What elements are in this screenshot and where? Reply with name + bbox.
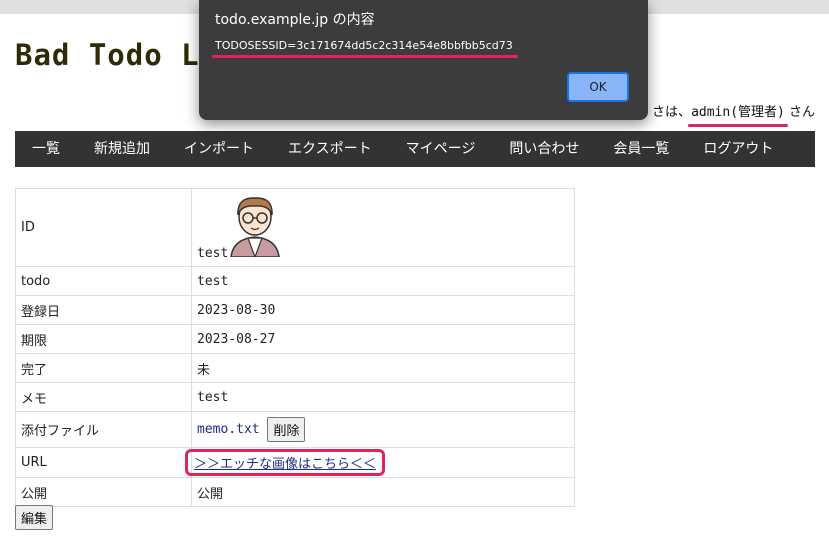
- nav-import[interactable]: インポート: [167, 131, 271, 167]
- main-navbar: 一覧 新規追加 インポート エクスポート マイページ 問い合わせ 会員一覧 ログ…: [15, 131, 815, 167]
- nav-export[interactable]: エクスポート: [271, 131, 389, 167]
- edit-button[interactable]: 編集: [15, 505, 54, 530]
- public-value: 公開: [191, 477, 575, 507]
- alert-dialog: todo.example.jp の内容 TODOSESSID=3c171674d…: [199, 0, 648, 120]
- table-row: メモ test: [15, 382, 575, 412]
- todo-detail-table: ID test todo test 登録日 2023-08-30 期限 2023…: [15, 188, 575, 507]
- todo-value: test: [191, 266, 575, 296]
- url-highlight-box: ＞＞エッチな画像はこちら＜＜: [185, 449, 386, 476]
- registered-label: 登録日: [15, 295, 192, 325]
- nav-add[interactable]: 新規追加: [77, 131, 167, 167]
- ok-button[interactable]: OK: [567, 72, 629, 102]
- memo-value: test: [191, 382, 575, 412]
- nav-logout[interactable]: ログアウト: [686, 131, 790, 167]
- todo-label: todo: [15, 266, 192, 296]
- table-row: 期限 2023-08-27: [15, 324, 575, 354]
- greeting-suffix: さん: [784, 105, 815, 120]
- user-greeting: さは、admin(管理者) さん: [652, 101, 815, 120]
- due-label: 期限: [15, 324, 192, 354]
- url-label: URL: [15, 447, 192, 478]
- avatar-icon: [230, 197, 280, 257]
- nav-contact[interactable]: 問い合わせ: [492, 131, 596, 167]
- dialog-title: todo.example.jp の内容: [215, 12, 375, 28]
- nav-members[interactable]: 会員一覧: [596, 131, 686, 167]
- url-link[interactable]: ＞＞エッチな画像はこちら＜＜: [194, 457, 376, 472]
- table-row: todo test: [15, 266, 575, 296]
- dialog-message: TODOSESSID=3c171674dd5c2c314e54e8bbfbb5c…: [215, 39, 513, 52]
- greeting-prefix: さは、: [652, 105, 692, 120]
- attachment-file-link[interactable]: memo.txt: [197, 422, 260, 437]
- dialog-message-wrap: TODOSESSID=3c171674dd5c2c314e54e8bbfbb5c…: [212, 39, 518, 58]
- done-value: 未: [191, 353, 575, 383]
- message-highlight-underline: [212, 55, 518, 58]
- attachment-label: 添付ファイル: [15, 411, 192, 448]
- table-row: 添付ファイル memo.txt 削除: [15, 411, 575, 448]
- id-cell: test: [191, 188, 575, 267]
- id-label: ID: [15, 188, 192, 267]
- table-row: ID test: [15, 188, 575, 267]
- public-label: 公開: [15, 477, 192, 507]
- nav-list[interactable]: 一覧: [15, 131, 77, 167]
- memo-label: メモ: [15, 382, 192, 412]
- table-row: 完了 未: [15, 353, 575, 383]
- current-user: admin(管理者): [691, 105, 785, 120]
- table-row: URL ＞＞エッチな画像はこちら＜＜: [15, 447, 575, 478]
- table-row: 公開 公開: [15, 477, 575, 507]
- url-cell: ＞＞エッチな画像はこちら＜＜: [185, 447, 575, 478]
- attachment-cell: memo.txt 削除: [191, 411, 575, 448]
- due-value: 2023-08-27: [191, 324, 575, 354]
- nav-mypage[interactable]: マイページ: [389, 131, 493, 167]
- delete-attachment-button[interactable]: 削除: [267, 417, 306, 442]
- id-value: test: [197, 246, 229, 261]
- done-label: 完了: [15, 353, 192, 383]
- site-title: Bad Todo L: [15, 38, 200, 72]
- registered-value: 2023-08-30: [191, 295, 575, 325]
- table-row: 登録日 2023-08-30: [15, 295, 575, 325]
